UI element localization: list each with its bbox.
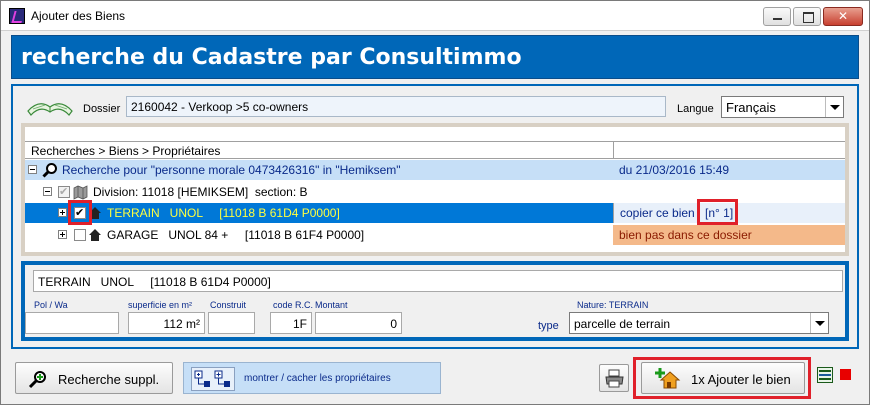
house-icon — [89, 229, 101, 241]
collapse-icon[interactable] — [28, 165, 37, 174]
app-icon — [9, 8, 25, 24]
results-tree: Recherches > Biens > Propriétaires Reche… — [21, 123, 849, 256]
garage-row-label: GARAGE UNOL 84 + [11018 B 61F4 P0000] — [107, 228, 365, 242]
superficie-field[interactable]: 112 m² — [128, 312, 205, 334]
search-date: du 21/03/2016 15:49 — [619, 163, 730, 177]
dossier-field[interactable]: 2160042 - Verkoop >5 co-owners — [126, 96, 666, 117]
dossier-label: Dossier — [83, 103, 121, 115]
construit-field[interactable] — [208, 312, 255, 334]
type-label: type — [538, 320, 559, 332]
code-rc-field[interactable]: 1F — [270, 312, 312, 334]
chevron-down-icon[interactable] — [810, 313, 828, 333]
tree-header-label: Recherches > Biens > Propriétaires — [31, 144, 221, 158]
langue-label: Langue — [677, 103, 714, 115]
tree-header: Recherches > Biens > Propriétaires — [25, 141, 845, 159]
superficie-label: superficie en m² — [128, 300, 193, 310]
property-description[interactable]: TERRAIN UNOL [11018 B 61D4 P0000] — [33, 270, 843, 292]
expand-icon[interactable] — [58, 230, 67, 239]
maximize-button[interactable] — [793, 7, 821, 26]
header-banner: recherche du Cadastre par Consultimmo — [11, 35, 859, 79]
owners-toggle-panel: montrer / cacher les propriétaires — [183, 362, 441, 394]
extra-search-button[interactable]: Recherche suppl. — [15, 362, 173, 394]
printer-icon — [605, 369, 624, 388]
add-button-highlight — [633, 357, 811, 399]
tree-row-search[interactable]: Recherche pour "personne morale 04734263… — [25, 160, 845, 180]
list-view-icon[interactable] — [817, 367, 833, 383]
division-checkbox[interactable] — [58, 185, 70, 198]
search-date-cell: du 21/03/2016 15:49 — [613, 160, 845, 180]
garage-checkbox[interactable] — [74, 229, 86, 241]
expand-icon[interactable] — [58, 208, 67, 217]
toggle-owners-label: montrer / cacher les propriétaires — [244, 373, 391, 384]
montant-label: Montant — [315, 300, 348, 310]
map-icon — [73, 185, 88, 200]
minimize-button[interactable] — [763, 7, 791, 26]
window-title: Ajouter des Biens — [31, 9, 126, 23]
column-divider[interactable] — [613, 142, 614, 159]
title-bar[interactable]: Ajouter des Biens — [1, 1, 869, 31]
garage-status-cell: bien pas dans ce dossier — [613, 225, 845, 245]
toggle-owners-button[interactable] — [191, 367, 235, 391]
copy-property-link[interactable]: copier ce bien — [620, 206, 695, 220]
book-logo-icon — [27, 103, 73, 116]
close-button[interactable] — [823, 7, 863, 26]
search-row-label: Recherche pour "personne morale 04734263… — [62, 163, 401, 177]
number-highlight — [697, 199, 738, 225]
main-panel: Dossier 2160042 - Verkoop >5 co-owners L… — [11, 84, 859, 349]
collapse-icon[interactable] — [43, 187, 52, 196]
property-detail-panel: TERRAIN UNOL [11018 B 61D4 P0000] Pol / … — [21, 261, 849, 341]
langue-selected-value: Français — [726, 100, 776, 115]
montant-field[interactable]: 0 — [315, 312, 402, 334]
page-title: recherche du Cadastre par Consultimmo — [21, 45, 522, 70]
pol-wa-field[interactable] — [25, 312, 119, 334]
construit-label: Construit — [210, 300, 247, 310]
magnifier-icon — [42, 163, 57, 178]
langue-select[interactable]: Français — [721, 96, 844, 118]
tree-expand-collapse-icon — [194, 370, 230, 387]
extra-search-label: Recherche suppl. — [58, 372, 160, 387]
code-rc-label: code R.C. — [273, 300, 314, 310]
not-in-dossier-status: bien pas dans ce dossier — [619, 228, 752, 242]
chevron-down-icon[interactable] — [825, 97, 843, 117]
stop-icon[interactable] — [840, 369, 851, 380]
search-add-icon — [28, 371, 46, 389]
type-select[interactable]: parcelle de terrain — [569, 312, 829, 334]
print-button[interactable] — [599, 364, 629, 392]
app-window: Ajouter des Biens recherche du Cadastre … — [0, 0, 870, 405]
nature-label: Nature: TERRAIN — [577, 300, 649, 310]
type-selected-value: parcelle de terrain — [574, 317, 671, 331]
pol-wa-label: Pol / Wa — [34, 300, 68, 310]
division-row-label: Division: 11018 [HEMIKSEM] section: B — [93, 185, 308, 199]
tree-row-garage[interactable]: GARAGE UNOL 84 + [11018 B 61F4 P0000] bi… — [25, 225, 845, 245]
terrain-row-label: TERRAIN UNOL [11018 B 61D4 P0000] — [107, 206, 340, 220]
checkbox-highlight — [68, 200, 92, 225]
